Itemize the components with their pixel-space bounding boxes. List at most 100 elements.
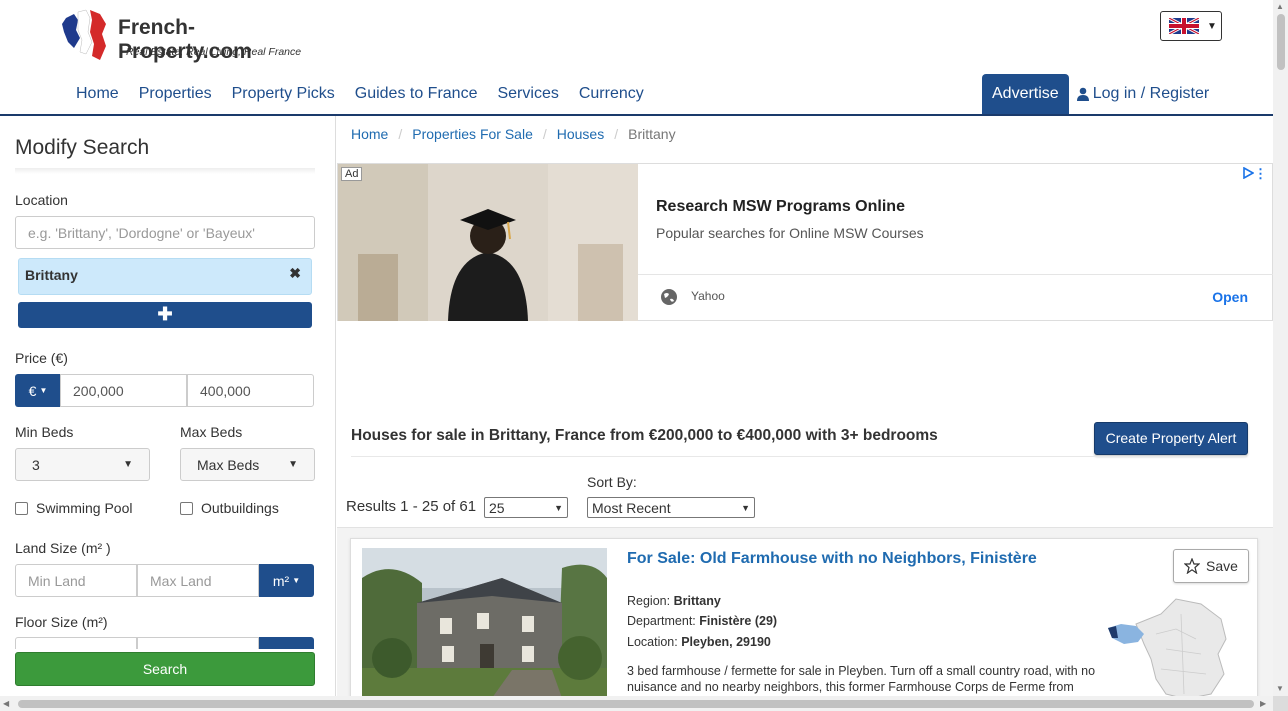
login-label: Log in / Register bbox=[1092, 85, 1210, 102]
pool-checkbox[interactable]: Swimming Pool bbox=[15, 500, 132, 516]
sort-select[interactable]: Most Recent ▼ bbox=[587, 497, 755, 518]
chevron-down-icon: ▼ bbox=[288, 459, 298, 470]
currency-dropdown[interactable]: € ▼ bbox=[15, 374, 61, 407]
pool-label: Swimming Pool bbox=[36, 500, 133, 516]
close-icon[interactable]: ✖ bbox=[289, 265, 301, 282]
breadcrumb-current: Brittany bbox=[628, 126, 676, 142]
max-beds-select[interactable]: Max Beds ▼ bbox=[180, 448, 315, 481]
listing-photo[interactable] bbox=[362, 548, 607, 698]
ad-banner[interactable]: Ad Research MSW Programs Online Popular … bbox=[337, 163, 1274, 321]
floor-unit-dropdown[interactable] bbox=[259, 637, 314, 649]
department-label: Department: bbox=[627, 614, 696, 628]
login-link[interactable]: Log in / Register bbox=[1069, 74, 1218, 114]
nav-properties[interactable]: Properties bbox=[129, 74, 222, 114]
divider bbox=[351, 456, 1247, 457]
breadcrumb-home[interactable]: Home bbox=[351, 126, 388, 142]
price-label: Price (€) bbox=[15, 350, 68, 366]
ad-title[interactable]: Research MSW Programs Online bbox=[656, 198, 905, 216]
sort-label: Sort By: bbox=[587, 474, 637, 490]
sort-value: Most Recent bbox=[592, 499, 671, 516]
results-count: Results 1 - 25 of 61 bbox=[346, 498, 477, 515]
breadcrumb-separator: / bbox=[542, 126, 547, 142]
chevron-down-icon: ▼ bbox=[554, 502, 563, 513]
ad-subtitle: Popular searches for Online MSW Courses bbox=[656, 225, 924, 241]
globe-icon bbox=[661, 289, 677, 305]
listing-location: Location: Pleyben, 29190 bbox=[627, 635, 771, 649]
user-icon bbox=[1076, 87, 1089, 101]
advertise-button[interactable]: Advertise bbox=[982, 74, 1069, 114]
horizontal-scrollbar[interactable]: ◀ ▶ bbox=[0, 696, 1273, 711]
outbuildings-checkbox[interactable]: Outbuildings bbox=[180, 500, 279, 516]
adchoices-icon[interactable] bbox=[1242, 167, 1254, 179]
add-location-button[interactable]: ✚ bbox=[18, 302, 312, 328]
price-max-input[interactable]: 400,000 bbox=[187, 374, 314, 407]
create-alert-button[interactable]: Create Property Alert bbox=[1094, 422, 1248, 455]
title-divider bbox=[15, 168, 315, 174]
chevron-down-icon: ▼ bbox=[1207, 20, 1217, 32]
breadcrumb-separator: / bbox=[398, 126, 403, 142]
land-max-input[interactable]: Max Land bbox=[137, 564, 259, 597]
min-beds-select[interactable]: 3 ▼ bbox=[15, 448, 150, 481]
breadcrumb-properties[interactable]: Properties For Sale bbox=[412, 126, 533, 142]
land-unit-label: m² bbox=[272, 572, 290, 589]
currency-symbol: € bbox=[28, 382, 37, 399]
breadcrumb-houses[interactable]: Houses bbox=[557, 126, 604, 142]
location-input[interactable]: e.g. 'Brittany', 'Dordogne' or 'Bayeux' bbox=[15, 216, 315, 249]
listing-region: Region: Brittany bbox=[627, 594, 721, 608]
location-tag: Brittany ✖ bbox=[18, 258, 312, 295]
region-value: Brittany bbox=[673, 594, 721, 608]
vertical-scrollbar[interactable]: ▲ ▼ bbox=[1273, 0, 1288, 696]
ad-image[interactable]: Ad bbox=[338, 164, 638, 321]
plus-icon: ✚ bbox=[157, 304, 173, 324]
save-button[interactable]: Save bbox=[1173, 549, 1249, 583]
scrollbar-corner bbox=[1273, 696, 1288, 711]
location-label: Location bbox=[15, 192, 68, 208]
results-heading: Houses for sale in Brittany, France from… bbox=[351, 427, 938, 444]
nav-services[interactable]: Services bbox=[487, 74, 568, 114]
checkbox-icon[interactable] bbox=[15, 501, 28, 515]
scroll-left-icon[interactable]: ◀ bbox=[3, 699, 9, 708]
ad-badge: Ad bbox=[341, 167, 363, 181]
france-map-logo-icon bbox=[62, 9, 106, 60]
nav-home[interactable]: Home bbox=[66, 74, 129, 114]
max-beds-label: Max Beds bbox=[180, 424, 243, 440]
ad-divider bbox=[638, 274, 1274, 275]
horizontal-scroll-thumb[interactable] bbox=[18, 700, 1254, 708]
search-button[interactable]: Search bbox=[15, 652, 315, 686]
france-region-map bbox=[1108, 598, 1227, 699]
ad-source: Yahoo bbox=[691, 289, 725, 303]
nav-property-picks[interactable]: Property Picks bbox=[222, 74, 345, 114]
listing-title[interactable]: For Sale: Old Farmhouse with no Neighbor… bbox=[627, 550, 1037, 568]
scroll-up-icon[interactable]: ▲ bbox=[1276, 2, 1284, 11]
scroll-down-icon[interactable]: ▼ bbox=[1276, 684, 1284, 693]
ad-open-button[interactable]: Open bbox=[1212, 289, 1248, 305]
min-beds-value: 3 bbox=[32, 456, 40, 473]
farmhouse-photo bbox=[362, 548, 607, 698]
floor-max-input[interactable] bbox=[137, 637, 259, 649]
site-logo[interactable]: French-Property.com Real Estate, Real Li… bbox=[60, 8, 320, 64]
nav-currency[interactable]: Currency bbox=[569, 74, 654, 114]
star-icon bbox=[1184, 558, 1201, 574]
vertical-scroll-thumb[interactable] bbox=[1277, 14, 1285, 70]
per-page-select[interactable]: 25 ▼ bbox=[484, 497, 568, 518]
outbuildings-label: Outbuildings bbox=[201, 500, 279, 516]
price-min-input[interactable]: 200,000 bbox=[60, 374, 187, 407]
land-min-input[interactable]: Min Land bbox=[15, 564, 137, 597]
caret-down-icon: ▼ bbox=[39, 386, 48, 395]
listing-card[interactable]: For Sale: Old Farmhouse with no Neighbor… bbox=[350, 538, 1258, 710]
land-unit-dropdown[interactable]: m² ▼ bbox=[259, 564, 314, 597]
nav-right: Advertise Log in / Register bbox=[982, 74, 1217, 114]
per-page-value: 25 bbox=[489, 499, 505, 516]
more-options-icon[interactable]: ⋮ bbox=[1254, 166, 1267, 182]
region-label: Region: bbox=[627, 594, 671, 608]
location-tag-label: Brittany bbox=[25, 267, 78, 283]
language-select[interactable]: ▼ bbox=[1160, 11, 1222, 41]
scroll-right-icon[interactable]: ▶ bbox=[1260, 699, 1266, 708]
floor-min-input[interactable] bbox=[15, 637, 137, 649]
location-label: Location: bbox=[627, 635, 678, 649]
checkbox-icon[interactable] bbox=[180, 501, 193, 515]
nav-guides[interactable]: Guides to France bbox=[345, 74, 488, 114]
graduate-photo bbox=[338, 164, 638, 321]
uk-flag-icon bbox=[1169, 18, 1199, 34]
logo-tagline: Real Estate, Real Living, Real France bbox=[126, 46, 302, 58]
